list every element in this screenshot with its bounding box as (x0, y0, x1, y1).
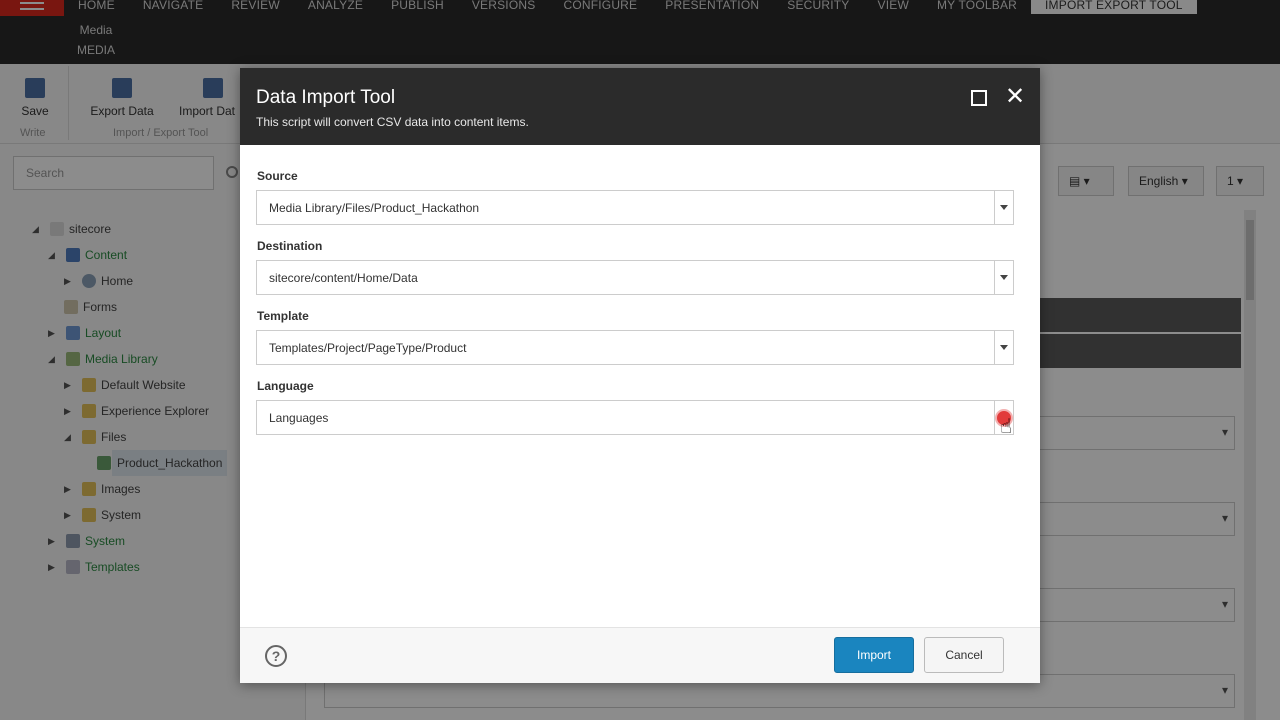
close-icon[interactable]: ✕ (1004, 85, 1026, 109)
data-import-dialog: Data Import Tool This script will conver… (240, 68, 1040, 683)
cancel-button[interactable]: Cancel (924, 637, 1004, 673)
help-icon[interactable]: ? (265, 645, 287, 667)
source-label: Source (257, 169, 298, 183)
template-select[interactable]: Templates/Project/PageType/Product (256, 330, 1014, 365)
dialog-subtitle: This script will convert CSV data into c… (256, 115, 529, 129)
destination-select[interactable]: sitecore/content/Home/Data (256, 260, 1014, 295)
language-value: Languages (269, 411, 329, 425)
template-label: Template (257, 309, 309, 323)
dialog-footer: ? Import Cancel (240, 627, 1040, 683)
chevron-down-icon[interactable] (994, 261, 1013, 294)
dialog-header: Data Import Tool This script will conver… (240, 68, 1040, 145)
language-select[interactable]: Languages (256, 400, 1014, 435)
import-button[interactable]: Import (834, 637, 914, 673)
template-value: Templates/Project/PageType/Product (269, 341, 467, 355)
dialog-body: Source Media Library/Files/Product_Hacka… (240, 145, 1040, 627)
pointer-cursor-icon: ☝ (1000, 416, 1013, 438)
destination-value: sitecore/content/Home/Data (269, 271, 418, 285)
dialog-title: Data Import Tool (256, 87, 396, 108)
language-label: Language (257, 379, 314, 393)
chevron-down-icon[interactable] (994, 191, 1013, 224)
maximize-icon[interactable] (971, 90, 987, 106)
source-value: Media Library/Files/Product_Hackathon (269, 201, 480, 215)
destination-label: Destination (257, 239, 323, 253)
source-select[interactable]: Media Library/Files/Product_Hackathon (256, 190, 1014, 225)
chevron-down-icon[interactable] (994, 331, 1013, 364)
